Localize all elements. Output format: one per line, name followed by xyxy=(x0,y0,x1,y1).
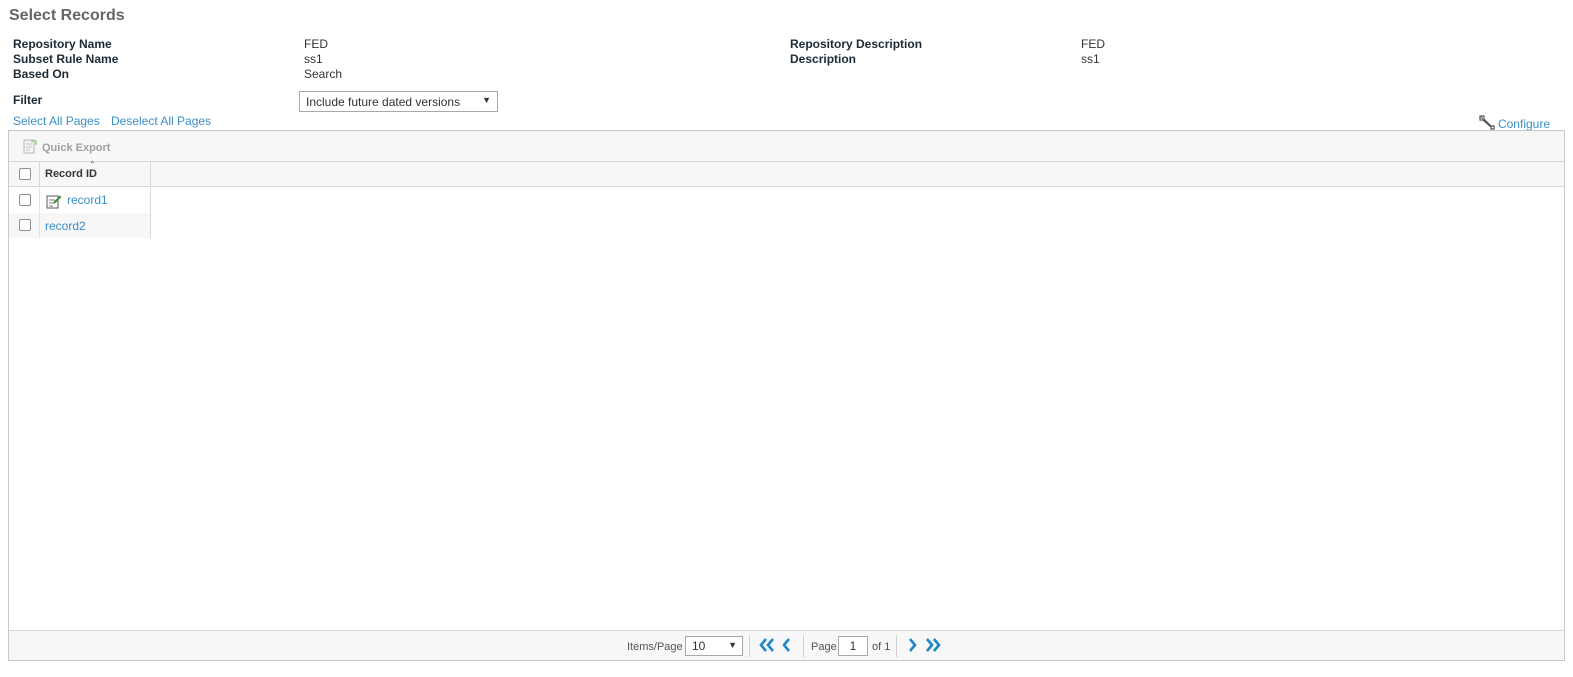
quick-export-button[interactable]: Quick Export xyxy=(23,139,110,157)
edit-record-icon[interactable] xyxy=(46,193,62,212)
based-on-value: Search xyxy=(304,67,343,81)
chevron-left-icon[interactable] xyxy=(780,637,792,656)
deselect-all-pages-link[interactable]: Deselect All Pages xyxy=(111,114,211,128)
select-all-checkbox[interactable] xyxy=(19,168,31,180)
based-on-label: Based On xyxy=(13,67,70,81)
column-divider xyxy=(39,162,40,186)
record-link[interactable]: record1 xyxy=(67,193,108,207)
page-title: Select Records xyxy=(9,7,125,24)
sort-icon[interactable]: ⌃ xyxy=(89,160,96,169)
double-chevron-right-icon[interactable] xyxy=(924,637,942,656)
column-header-record-id[interactable]: Record ID xyxy=(45,168,97,180)
items-per-page-value: 10 xyxy=(692,639,706,653)
filter-selected-value: Include future dated versions xyxy=(306,95,461,109)
repository-name-label: Repository Name xyxy=(13,37,112,51)
quick-export-label: Quick Export xyxy=(42,142,111,154)
table-row: record1 xyxy=(9,188,150,213)
subset-rule-name-label: Subset Rule Name xyxy=(13,52,119,66)
filter-label: Filter xyxy=(13,93,43,107)
grid-body: record1 record2 xyxy=(9,188,151,238)
current-page-input[interactable]: 1 xyxy=(838,636,868,656)
page-label: Page xyxy=(811,641,837,653)
grid-toolbar: Quick Export xyxy=(9,131,1564,162)
records-grid: Quick Export Record ID ⌃ record1 record2… xyxy=(8,130,1565,661)
export-document-icon xyxy=(23,139,37,157)
items-per-page-select[interactable]: 10 ▼ xyxy=(685,636,743,656)
table-row: record2 xyxy=(9,213,150,238)
row-checkbox[interactable] xyxy=(19,194,31,206)
description-value: ss1 xyxy=(1081,52,1100,66)
items-per-page-label: Items/Page xyxy=(627,641,683,653)
repository-description-label: Repository Description xyxy=(790,37,923,51)
chevron-right-icon[interactable] xyxy=(907,637,919,656)
grid-pager: Items/Page 10 ▼ Page 1 of 1 xyxy=(9,630,1564,660)
repository-description-value: FED xyxy=(1081,37,1105,51)
page-count-label: of 1 xyxy=(872,641,891,653)
grid-header-row: Record ID ⌃ xyxy=(9,160,1564,187)
dropdown-arrow-icon: ▼ xyxy=(482,95,491,105)
configure-label: Configure xyxy=(1497,116,1550,131)
repository-name-value: FED xyxy=(304,37,328,51)
dropdown-arrow-icon: ▼ xyxy=(728,640,737,650)
subset-rule-name-value: ss1 xyxy=(304,52,323,66)
double-chevron-left-icon[interactable] xyxy=(758,637,776,656)
filter-select[interactable]: Include future dated versions ▼ xyxy=(299,91,498,112)
row-checkbox[interactable] xyxy=(19,219,31,231)
description-label: Description xyxy=(790,52,857,66)
column-divider xyxy=(150,162,151,186)
record-link[interactable]: record2 xyxy=(45,219,86,233)
select-all-pages-link[interactable]: Select All Pages xyxy=(13,114,100,128)
